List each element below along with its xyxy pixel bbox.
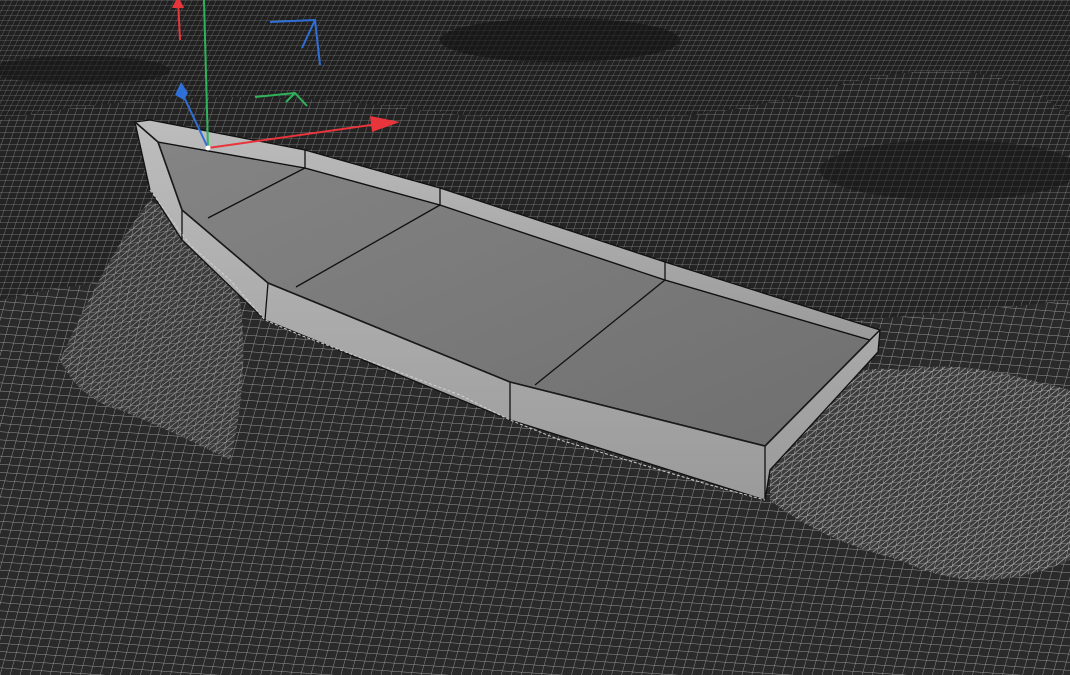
viewport-canvas[interactable]: [0, 0, 1070, 675]
origin-pivot-icon[interactable]: [205, 145, 211, 151]
3d-viewport[interactable]: [0, 0, 1070, 675]
terrain-shadow: [820, 140, 1070, 200]
terrain-shadow: [440, 18, 680, 62]
